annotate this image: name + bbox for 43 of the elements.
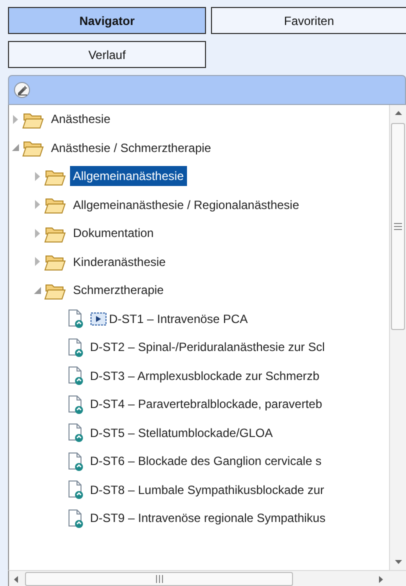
grip-icon: [394, 223, 402, 230]
document-icon: [66, 423, 84, 442]
tree-item[interactable]: D-ST3 – Armplexusblockade zur Schmerzb: [90, 368, 320, 383]
tree-item[interactable]: D-ST4 – Paravertebralblockade, paraverteb: [90, 397, 322, 412]
collapse-arrow-icon[interactable]: [12, 144, 18, 152]
tree-item[interactable]: D-ST8 – Lumbale Sympathikusblockade zur: [90, 482, 324, 497]
document-icon: [66, 394, 84, 414]
tree-item[interactable]: Allgemeinanästhesie / Regionalanästhesie: [70, 194, 302, 215]
tab[interactable]: Favoriten: [211, 7, 406, 34]
tree-item[interactable]: Dokumentation: [70, 223, 157, 244]
scroll-down-icon: [394, 560, 402, 564]
document-icon: [66, 338, 84, 357]
scroll-up-icon: [394, 111, 402, 115]
edit-add-button[interactable]: [14, 82, 30, 98]
document-icon: [66, 452, 84, 471]
grip-icon: [156, 575, 162, 583]
tab[interactable]: Verlauf: [8, 41, 206, 68]
document-icon: [66, 366, 84, 386]
expand-arrow-icon[interactable]: [34, 200, 40, 210]
scroll-left-icon: [14, 576, 18, 582]
tree-item[interactable]: Kinderanästhesie: [70, 252, 169, 272]
document-icon: [66, 480, 84, 500]
pencil-plus-icon: [16, 84, 28, 96]
tree-item[interactable]: D-ST6 – Blockade des Ganglion cervicale s: [90, 454, 322, 468]
tree-item[interactable]: Allgemeinanästhesie: [70, 166, 187, 186]
horizontal-scrollbar[interactable]: [8, 570, 406, 586]
scroll-right-icon: [379, 576, 383, 582]
tree-item[interactable]: Anästhesie / Schmerztherapie: [48, 138, 214, 158]
tree-item[interactable]: D-ST1 – Intravenöse PCA: [109, 312, 248, 326]
tree-item[interactable]: D-ST9 – Intravenöse regionale Sympathikus: [90, 511, 326, 526]
expand-arrow-icon[interactable]: [34, 172, 40, 181]
tree-item[interactable]: D-ST2 – Spinal-/Periduralanästhesie zur Scl: [90, 340, 325, 354]
document-icon: [66, 508, 84, 528]
expand-arrow-icon[interactable]: [34, 228, 40, 238]
collapse-arrow-icon[interactable]: [34, 286, 40, 294]
tree-item[interactable]: D-ST5 – Stellatumblockade/GLOA: [90, 426, 273, 440]
tab[interactable]: Navigator: [8, 7, 206, 34]
expand-arrow-icon[interactable]: [12, 114, 18, 124]
vertical-scrollbar[interactable]: [389, 105, 406, 570]
tree-item[interactable]: Anästhesie: [48, 109, 114, 130]
document-icon: [66, 309, 84, 328]
expand-arrow-icon[interactable]: [34, 257, 40, 266]
tree-item[interactable]: Schmerztherapie: [70, 280, 167, 300]
